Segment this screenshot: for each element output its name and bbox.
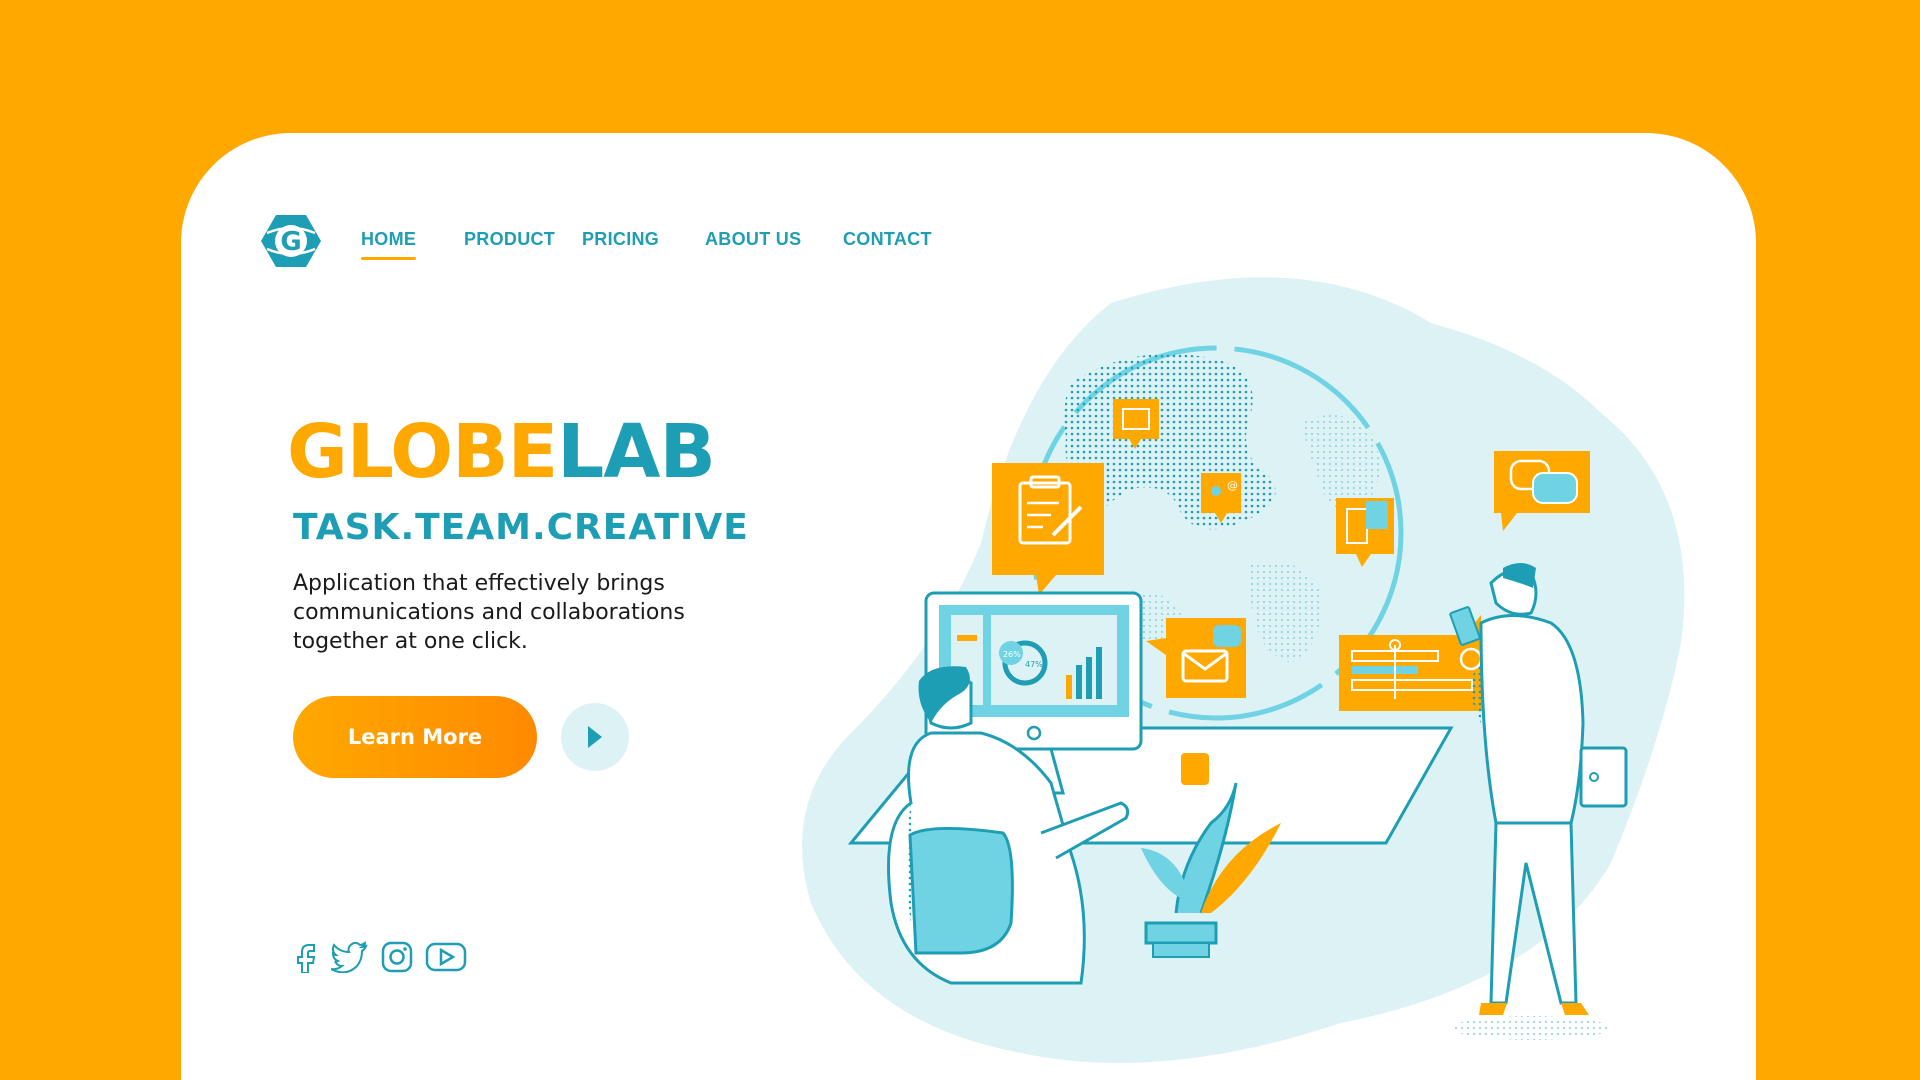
globe-logo-icon[interactable]: G xyxy=(261,213,321,269)
learn-more-button[interactable]: Learn More xyxy=(293,696,537,778)
twitter-icon[interactable] xyxy=(331,941,369,973)
chart-label-26: 26% xyxy=(1003,650,1021,659)
nav-home[interactable]: HOME xyxy=(361,229,417,260)
svg-text:@: @ xyxy=(1227,479,1238,492)
brand-lab: LAB xyxy=(557,409,716,495)
brand-globe: GLOBE xyxy=(287,409,558,495)
nav-pricing[interactable]: PRICING xyxy=(582,229,659,250)
logo-letter: G xyxy=(280,227,301,257)
play-button[interactable] xyxy=(561,703,629,771)
brand-title: GLOBELAB xyxy=(287,415,716,489)
instagram-icon[interactable] xyxy=(381,941,413,973)
hero-description: Application that effectively brings comm… xyxy=(293,571,685,654)
landing-card: G HOME PRODUCT PRICING ABOUT US CONTACT … xyxy=(181,133,1756,1080)
chart-label-47: 47% xyxy=(1025,660,1043,669)
nav-about-us[interactable]: ABOUT US xyxy=(705,229,801,250)
youtube-icon[interactable] xyxy=(425,941,467,973)
nav-product[interactable]: PRODUCT xyxy=(464,229,555,250)
social-links xyxy=(293,941,467,973)
nav-contact[interactable]: CONTACT xyxy=(843,229,932,250)
tagline: TASK.TEAM.CREATIVE xyxy=(293,507,749,548)
facebook-icon[interactable] xyxy=(293,941,319,973)
hero-illustration: @ 26% 47% xyxy=(802,277,1685,1063)
play-icon xyxy=(588,726,602,748)
